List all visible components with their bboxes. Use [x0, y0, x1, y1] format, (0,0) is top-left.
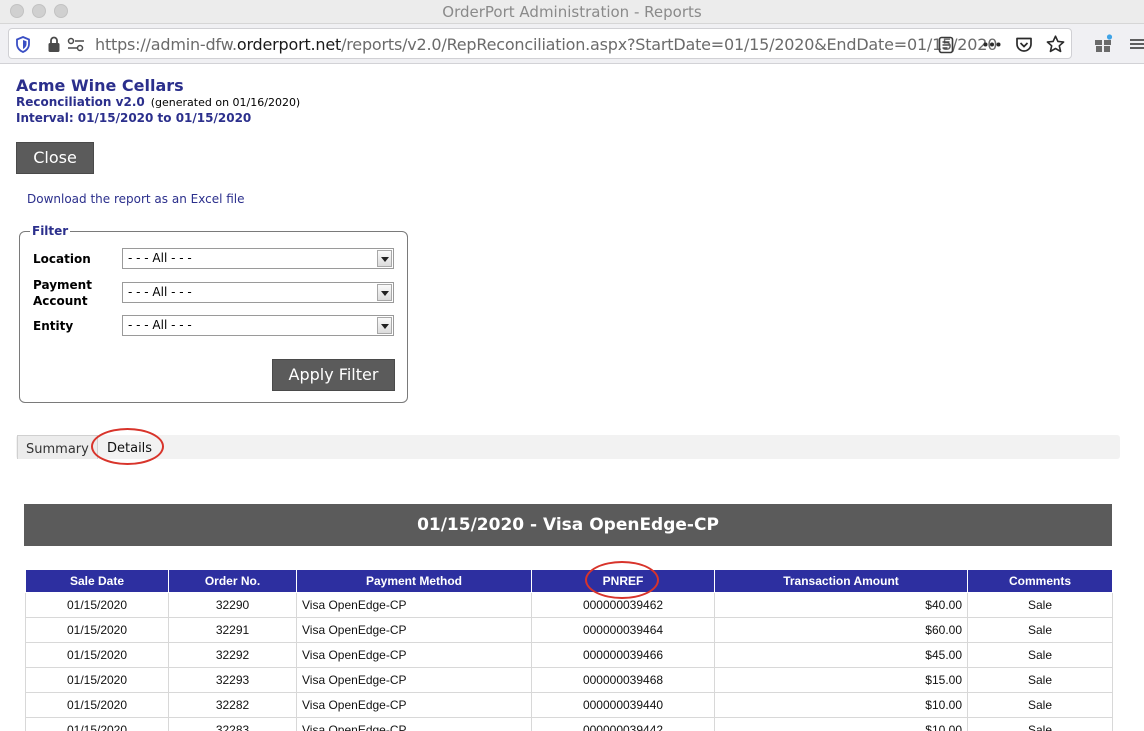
- order-number-cell: 32293: [168, 667, 297, 693]
- sale-date-cell: 01/15/2020: [25, 717, 169, 731]
- tab-details[interactable]: Details: [99, 435, 160, 459]
- table-row: 01/15/2020 32292 Visa OpenEdge-CP 000000…: [25, 642, 1113, 668]
- comments-cell: Sale: [967, 667, 1113, 693]
- report-tabs: Summary Details: [16, 435, 1120, 459]
- payment-method-cell: Visa OpenEdge-CP: [296, 717, 532, 731]
- browser-toolbar: https://admin-dfw.orderport.net/reports/…: [0, 24, 1144, 64]
- comments-cell: Sale: [967, 717, 1113, 731]
- payment-method-cell: Visa OpenEdge-CP: [296, 592, 532, 618]
- filter-legend: Filter: [32, 224, 69, 238]
- pnref-cell: 000000039466: [531, 642, 715, 668]
- column-header: Sale Date: [25, 569, 169, 593]
- sale-date-cell: 01/15/2020: [25, 592, 169, 618]
- comments-cell: Sale: [967, 692, 1113, 718]
- column-header: Transaction Amount: [714, 569, 968, 593]
- menu-icon[interactable]: [1130, 38, 1144, 50]
- payment-method-cell: Visa OpenEdge-CP: [296, 617, 532, 643]
- column-header: Payment Method: [296, 569, 532, 593]
- close-button[interactable]: Close: [16, 142, 94, 174]
- table-row: 01/15/2020 32283 Visa OpenEdge-CP 000000…: [25, 717, 1113, 731]
- section-title: 01/15/2020 - Visa OpenEdge-CP: [24, 504, 1112, 546]
- amount-cell: $45.00: [714, 642, 968, 668]
- report-interval: Interval: 01/15/2020 to 01/15/2020: [16, 111, 252, 125]
- comments-cell: Sale: [967, 617, 1113, 643]
- amount-cell: $10.00: [714, 692, 968, 718]
- location-select[interactable]: - - - All - - -: [122, 248, 394, 269]
- location-select-value: - - - All - - -: [128, 251, 192, 265]
- amount-cell: $60.00: [714, 617, 968, 643]
- sale-date-cell: 01/15/2020: [25, 617, 169, 643]
- bookmark-star-icon[interactable]: [1046, 35, 1065, 53]
- generated-date: (generated on 01/16/2020): [150, 96, 301, 109]
- shield-icon[interactable]: [15, 36, 31, 53]
- entity-select[interactable]: - - - All - - -: [122, 315, 394, 336]
- table-row: 01/15/2020 32290 Visa OpenEdge-CP 000000…: [25, 592, 1113, 618]
- order-number-cell: 32283: [168, 717, 297, 731]
- column-header: Comments: [967, 569, 1113, 593]
- payment-account-label: Payment Account: [33, 278, 92, 308]
- apply-filter-button[interactable]: Apply Filter: [272, 359, 395, 391]
- pnref-cell: 000000039468: [531, 667, 715, 693]
- location-label: Location: [33, 252, 91, 266]
- order-number-cell: 32291: [168, 617, 297, 643]
- pnref-cell: 000000039442: [531, 717, 715, 731]
- pnref-cell: 000000039440: [531, 692, 715, 718]
- payment-method-cell: Visa OpenEdge-CP: [296, 692, 532, 718]
- window-title: OrderPort Administration - Reports: [442, 3, 702, 21]
- payment-method-cell: Visa OpenEdge-CP: [296, 667, 532, 693]
- chevron-down-icon[interactable]: [377, 250, 392, 267]
- pnref-cell: 000000039462: [531, 592, 715, 618]
- details-table: Sale Date Order No. Payment Method PNREF…: [25, 569, 1113, 731]
- report-name: Reconciliation v2.0: [16, 95, 145, 109]
- lock-icon[interactable]: [47, 36, 61, 53]
- company-name: Acme Wine Cellars: [16, 76, 184, 95]
- sale-date-cell: 01/15/2020: [25, 642, 169, 668]
- report-title-line: Reconciliation v2.0 (generated on 01/16/2…: [16, 95, 300, 109]
- table-header-row: Sale Date Order No. Payment Method PNREF…: [25, 569, 1113, 593]
- column-header: Order No.: [168, 569, 297, 593]
- reader-view-icon[interactable]: [938, 36, 954, 54]
- comments-cell: Sale: [967, 592, 1113, 618]
- payment-method-cell: Visa OpenEdge-CP: [296, 642, 532, 668]
- payment-account-select[interactable]: - - - All - - -: [122, 282, 394, 303]
- chevron-down-icon[interactable]: [377, 317, 392, 334]
- entity-label: Entity: [33, 319, 74, 333]
- pocket-icon[interactable]: [1015, 36, 1033, 53]
- table-row: 01/15/2020 32282 Visa OpenEdge-CP 000000…: [25, 692, 1113, 718]
- amount-cell: $40.00: [714, 592, 968, 618]
- amount-cell: $15.00: [714, 667, 968, 693]
- download-excel-link[interactable]: Download the report as an Excel file: [27, 192, 245, 206]
- more-icon[interactable]: [983, 42, 1001, 47]
- window-titlebar: OrderPort Administration - Reports: [0, 0, 1144, 24]
- chevron-down-icon[interactable]: [377, 284, 392, 301]
- amount-cell: $10.00: [714, 717, 968, 731]
- order-number-cell: 32282: [168, 692, 297, 718]
- order-number-cell: 32292: [168, 642, 297, 668]
- comments-cell: Sale: [967, 642, 1113, 668]
- extensions-icon[interactable]: [1093, 34, 1113, 54]
- pnref-cell: 000000039464: [531, 617, 715, 643]
- column-header-pnref: PNREF: [531, 569, 715, 593]
- permissions-icon[interactable]: [67, 37, 85, 52]
- entity-select-value: - - - All - - -: [128, 318, 192, 332]
- table-row: 01/15/2020 32293 Visa OpenEdge-CP 000000…: [25, 667, 1113, 693]
- order-number-cell: 32290: [168, 592, 297, 618]
- sale-date-cell: 01/15/2020: [25, 667, 169, 693]
- tab-summary[interactable]: Summary: [17, 435, 98, 459]
- payment-account-select-value: - - - All - - -: [128, 285, 192, 299]
- url-bar[interactable]: https://admin-dfw.orderport.net/reports/…: [8, 28, 1072, 59]
- sale-date-cell: 01/15/2020: [25, 692, 169, 718]
- url-text[interactable]: https://admin-dfw.orderport.net/reports/…: [95, 35, 997, 54]
- table-row: 01/15/2020 32291 Visa OpenEdge-CP 000000…: [25, 617, 1113, 643]
